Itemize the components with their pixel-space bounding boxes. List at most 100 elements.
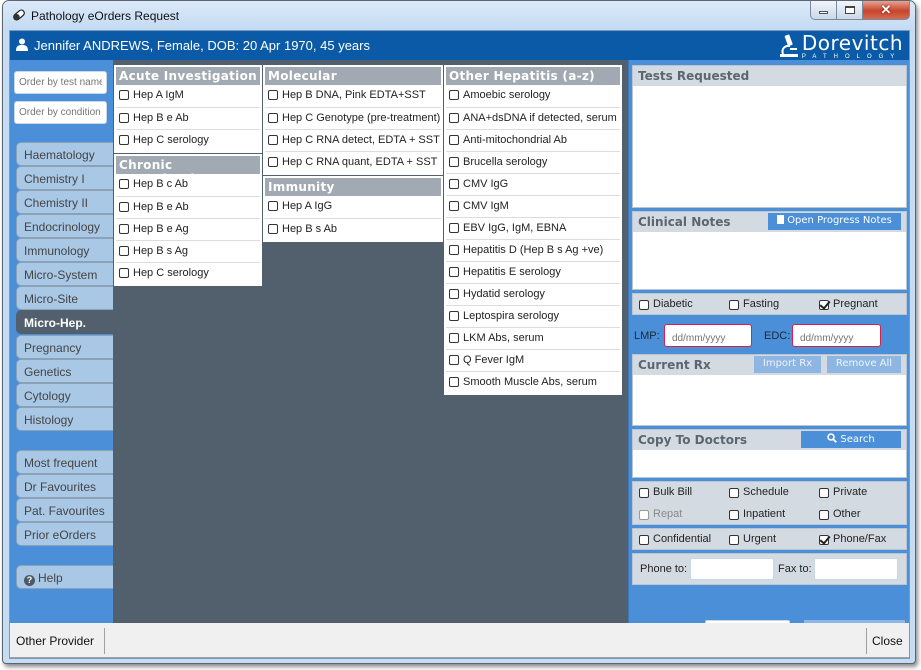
tab-immunology[interactable]: Immunology — [16, 238, 113, 262]
open-progress-notes-button[interactable]: Open Progress Notes — [768, 213, 901, 230]
test-checkbox-row[interactable]: Hep B s Ab — [265, 218, 441, 240]
checkbox-box[interactable] — [268, 224, 278, 234]
tab-pat-favourites[interactable]: Pat. Favourites — [16, 498, 113, 522]
fax-to-input[interactable] — [814, 558, 898, 580]
checkbox-box[interactable] — [119, 224, 129, 234]
test-checkbox-row[interactable]: Hep A IgG — [265, 196, 441, 218]
checkbox-box[interactable] — [449, 355, 459, 365]
test-checkbox-row[interactable]: Hep C serology — [116, 262, 260, 284]
checkbox-box[interactable] — [119, 90, 129, 100]
tab-haematology[interactable]: Haematology — [16, 142, 113, 166]
private-checkbox[interactable]: Private — [818, 486, 867, 498]
checkbox-box[interactable] — [449, 289, 459, 299]
test-checkbox-row[interactable]: Hep B e Ab — [116, 196, 260, 218]
schedule-checkbox[interactable]: Schedule — [728, 486, 789, 498]
tests-requested-list[interactable] — [633, 86, 906, 207]
test-checkbox-row[interactable]: CMV IgM — [446, 195, 620, 217]
test-checkbox-row[interactable]: Hep B e Ag — [116, 218, 260, 240]
order-by-condition-input[interactable] — [14, 101, 107, 124]
fasting-checkbox[interactable]: Fasting — [728, 298, 779, 310]
checkbox-box[interactable] — [268, 201, 278, 211]
test-checkbox-row[interactable]: CMV IgG — [446, 173, 620, 195]
checkbox-box[interactable] — [449, 157, 459, 167]
checkbox-box[interactable] — [449, 245, 459, 255]
checkbox-box[interactable] — [119, 135, 129, 145]
test-checkbox-row[interactable]: Hep B s Ag — [116, 240, 260, 262]
tab-most-frequent[interactable]: Most frequent — [16, 450, 113, 474]
test-checkbox-row[interactable]: ANA+dsDNA if detected, serum — [446, 107, 620, 129]
checkbox-box[interactable] — [119, 246, 129, 256]
test-checkbox-row[interactable]: Hep B c Ab — [116, 174, 260, 196]
test-checkbox-row[interactable]: Amoebic serology — [446, 85, 620, 107]
other-billing-checkbox[interactable]: Other — [818, 508, 861, 520]
checkbox-box[interactable] — [449, 311, 459, 321]
tab-prior-eorders[interactable]: Prior eOrders — [16, 522, 113, 546]
tab-genetics[interactable]: Genetics — [16, 359, 113, 383]
diabetic-checkbox[interactable]: Diabetic — [638, 298, 693, 310]
inpatient-checkbox[interactable]: Inpatient — [728, 508, 785, 520]
checkbox-box[interactable] — [449, 201, 459, 211]
test-checkbox-row[interactable]: Hep C Genotype (pre-treatment) — [265, 107, 441, 129]
checkbox-box[interactable] — [449, 90, 459, 100]
tab-chemistry-ii[interactable]: Chemistry II — [16, 190, 113, 214]
test-checkbox-row[interactable]: Hep B e Ab — [116, 107, 260, 129]
urgent-checkbox[interactable]: Urgent — [728, 533, 776, 545]
test-checkbox-row[interactable]: Smooth Muscle Abs, serum — [446, 371, 620, 393]
test-checkbox-row[interactable]: Hep B DNA, Pink EDTA+SST — [265, 85, 441, 107]
order-by-test-name-input[interactable] — [14, 71, 107, 94]
remove-all-button[interactable]: Remove All — [827, 356, 901, 373]
close-button[interactable]: Close — [872, 628, 903, 654]
test-checkbox-row[interactable]: Hep C serology — [116, 129, 260, 151]
tab-micro-site[interactable]: Micro-Site — [16, 286, 113, 310]
test-checkbox-row[interactable]: Hepatitis E serology — [446, 261, 620, 283]
tab-dr-favourites[interactable]: Dr Favourites — [16, 474, 113, 498]
checkbox-box[interactable] — [119, 179, 129, 189]
checkbox-box[interactable] — [449, 135, 459, 145]
test-checkbox-row[interactable]: EBV IgG, IgM, EBNA — [446, 217, 620, 239]
checkbox-box[interactable] — [119, 113, 129, 123]
checkbox-box[interactable] — [449, 377, 459, 387]
test-checkbox-row[interactable]: Hep C RNA quant, EDTA + SST — [265, 151, 441, 173]
tab-histology[interactable]: Histology — [16, 407, 113, 431]
help-button[interactable]: ? Help — [16, 565, 113, 589]
phone-to-input[interactable] — [690, 558, 774, 580]
checkbox-box[interactable] — [449, 113, 459, 123]
lmp-date-input[interactable] — [664, 324, 752, 347]
search-doctors-button[interactable]: Search — [801, 431, 901, 448]
tab-micro-system[interactable]: Micro-System — [16, 262, 113, 286]
tab-chemistry-i[interactable]: Chemistry I — [16, 166, 113, 190]
minimize-button[interactable] — [810, 1, 837, 20]
checkbox-box[interactable] — [119, 202, 129, 212]
checkbox-box[interactable] — [268, 135, 278, 145]
test-checkbox-row[interactable]: Hepatitis D (Hep B s Ag +ve) — [446, 239, 620, 261]
checkbox-box[interactable] — [449, 267, 459, 277]
close-window-button[interactable]: ✕ — [863, 1, 910, 20]
test-checkbox-row[interactable]: LKM Abs, serum — [446, 327, 620, 349]
confidential-checkbox[interactable]: Confidential — [638, 533, 711, 545]
pregnant-checkbox[interactable]: Pregnant — [818, 298, 878, 310]
tab-cytology[interactable]: Cytology — [16, 383, 113, 407]
checkbox-box[interactable] — [449, 333, 459, 343]
phone-fax-checkbox[interactable]: Phone/Fax — [818, 533, 886, 545]
repat-checkbox[interactable]: Repat — [638, 508, 682, 520]
title-bar[interactable]: Pathology eOrders Request ✕ — [3, 1, 915, 30]
copy-to-doctors-list[interactable] — [633, 450, 906, 477]
checkbox-box[interactable] — [449, 179, 459, 189]
test-checkbox-row[interactable]: Brucella serology — [446, 151, 620, 173]
tab-pregnancy[interactable]: Pregnancy — [16, 335, 113, 359]
other-provider-button[interactable]: Other Provider — [16, 628, 94, 654]
edc-date-input[interactable] — [792, 324, 881, 347]
tab-endocrinology[interactable]: Endocrinology — [16, 214, 113, 238]
tab-micro-hep[interactable]: Micro-Hep. — [16, 310, 113, 334]
test-checkbox-row[interactable]: Anti-mitochondrial Ab — [446, 129, 620, 151]
test-checkbox-row[interactable]: Hep A IgM — [116, 85, 260, 107]
current-rx-list[interactable] — [633, 375, 906, 425]
test-checkbox-row[interactable]: Hep C RNA detect, EDTA + SST — [265, 129, 441, 151]
checkbox-box[interactable] — [268, 157, 278, 167]
test-checkbox-row[interactable]: Q Fever IgM — [446, 349, 620, 371]
maximize-button[interactable] — [837, 1, 863, 20]
clinical-notes-input[interactable] — [633, 232, 906, 288]
checkbox-box[interactable] — [449, 223, 459, 233]
test-checkbox-row[interactable]: Hydatid serology — [446, 283, 620, 305]
checkbox-box[interactable] — [268, 90, 278, 100]
